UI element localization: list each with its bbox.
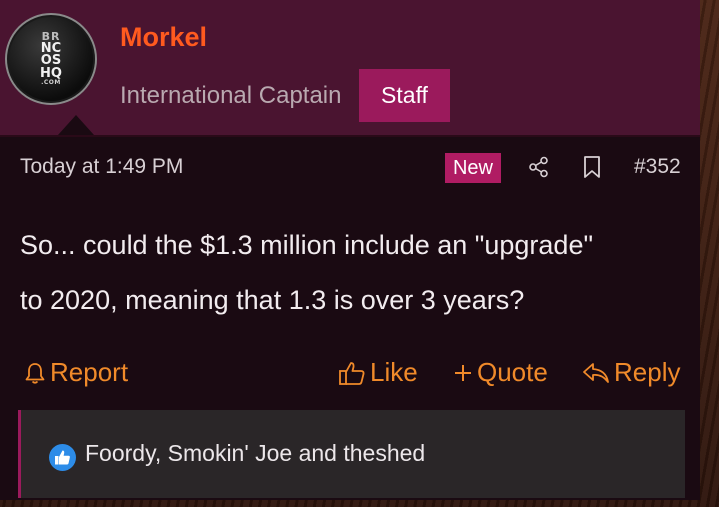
bell-icon [25,362,45,384]
user-header: BR NC OS HQ .COM Morkel International Ca… [0,0,700,137]
username[interactable]: Morkel [120,22,207,53]
reply-label: Reply [614,357,681,387]
avatar-pointer [58,115,94,135]
report-label: Report [50,357,129,387]
plus-icon [455,364,471,381]
message-line: to 2020, meaning that 1.3 is over 3 year… [20,285,525,315]
reply-button[interactable]: Reply [582,357,680,388]
post-actions: Report Like Quote Reply [0,355,700,395]
staff-badge: Staff [359,69,450,122]
user-title: International Captain [120,82,342,109]
post-number[interactable]: #352 [634,155,681,179]
quote-label: Quote [477,357,548,387]
new-badge: New [445,153,501,183]
thumbs-up-icon [49,444,76,471]
reply-icon [583,362,609,383]
quote-button[interactable]: Quote [453,357,548,388]
post-timestamp[interactable]: Today at 1:49 PM [20,155,183,179]
reaction-users[interactable]: Foordy, Smokin' Joe and theshed [85,440,425,467]
like-button[interactable]: Like [338,357,418,388]
avatar-logo: BR NC OS HQ .COM [40,30,62,86]
message-line: So... could the $1.3 million include an … [20,230,594,260]
forum-post: BR NC OS HQ .COM Morkel International Ca… [0,0,700,500]
avatar[interactable]: BR NC OS HQ .COM [5,13,97,105]
post-meta: Today at 1:49 PM New #352 [0,145,700,189]
post-message: So... could the $1.3 million include an … [20,218,690,328]
bookmark-icon[interactable] [583,155,601,179]
report-button[interactable]: Report [24,357,128,388]
like-label: Like [370,357,418,387]
share-icon[interactable] [528,156,550,178]
reactions-bar: Foordy, Smokin' Joe and theshed [18,410,685,498]
thumbs-up-outline-icon [339,361,365,385]
